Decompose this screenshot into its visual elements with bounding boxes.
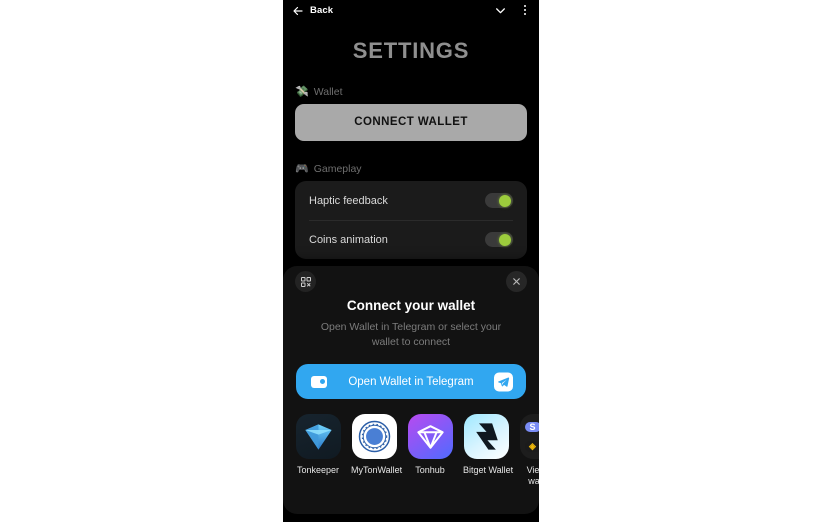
page-title: SETTINGS	[352, 38, 470, 63]
wallet-option-label: Tonhub	[415, 465, 445, 475]
setting-row-haptic-feedback[interactable]: Haptic feedback	[295, 181, 527, 220]
wallet-option-tonkeeper[interactable]: Tonkeeper	[295, 414, 341, 476]
wallet-option-mytonwallet[interactable]: MyTonWallet	[351, 414, 403, 476]
back-label: Back	[310, 4, 334, 16]
section-header-wallet: 💸 Wallet	[283, 86, 539, 98]
wallet-icon	[311, 375, 327, 388]
tonhub-diamond-icon	[407, 414, 453, 459]
section-label-wallet: Wallet	[313, 86, 343, 98]
section-header-gameplay: 🎮 Gameplay	[283, 163, 539, 175]
top-bar-actions	[494, 0, 531, 20]
setting-label: Coins animation	[309, 233, 388, 246]
wallet-option-bitget-wallet[interactable]: Bitget Wallet	[463, 414, 514, 476]
wallet-option-label: Tonkeeper	[296, 465, 340, 475]
game-controller-icon: 🎮	[295, 162, 309, 175]
coins-animation-toggle[interactable]	[485, 232, 513, 247]
kebab-menu-icon[interactable]	[519, 3, 531, 17]
mytonwallet-circle-icon	[351, 414, 397, 459]
chevron-down-icon[interactable]	[494, 4, 507, 17]
top-app-bar: Back	[283, 0, 539, 20]
tonkeeper-diamond-icon	[295, 414, 341, 459]
toggle-knob	[499, 194, 511, 207]
wallet-option-tonhub[interactable]: Tonhub	[407, 414, 453, 476]
telegram-button-label: Open Wallet in Telegram	[348, 375, 474, 388]
connect-wallet-button[interactable]: CONNECT WALLET	[295, 104, 527, 141]
screenshot-root: Back SETTINGS 💸 Wallet CONNECT WALLET 🎮 …	[0, 0, 822, 522]
setting-label: Haptic feedback	[309, 194, 388, 207]
wallet-option-label: MyTonWallet	[351, 465, 403, 475]
phone-viewport: Back SETTINGS 💸 Wallet CONNECT WALLET 🎮 …	[283, 0, 539, 522]
arrow-left-icon	[292, 4, 304, 16]
telegram-plane-icon	[494, 372, 513, 391]
money-with-wings-icon: 💸	[295, 85, 309, 98]
haptic-feedback-toggle[interactable]	[485, 193, 513, 208]
mini-wallet-icon-1: S	[524, 422, 539, 432]
modal-header	[283, 266, 539, 296]
wallet-option-view-all-wallets[interactable]: S B ◈ ● View all wallets	[519, 414, 539, 487]
wallet-list: Tonkeeper MyTonWallet Tonhub Bitget Wall…	[283, 399, 539, 487]
modal-subtitle: Open Wallet in Telegram or select your w…	[320, 321, 502, 348]
mini-wallet-icon-3: ◈	[524, 440, 539, 452]
section-label-gameplay: Gameplay	[313, 163, 362, 175]
back-button[interactable]: Back	[292, 4, 333, 16]
close-icon[interactable]	[506, 271, 527, 292]
view-all-wallets-grid-icon: S B ◈ ●	[519, 414, 539, 459]
open-wallet-in-telegram-button[interactable]: Open Wallet in Telegram	[296, 364, 526, 399]
bitget-bolt-icon	[463, 414, 509, 459]
connect-wallet-modal: Connect your wallet Open Wallet in Teleg…	[283, 266, 539, 514]
wallet-option-label: Bitget Wallet	[463, 465, 514, 475]
gameplay-settings-card: Haptic feedback Coins animation	[295, 181, 527, 259]
wallet-option-label: View all wallets	[526, 465, 539, 486]
modal-title: Connect your wallet	[346, 298, 476, 313]
setting-row-coins-animation[interactable]: Coins animation	[295, 220, 527, 259]
toggle-knob	[499, 233, 511, 246]
qr-code-icon[interactable]	[295, 271, 316, 292]
